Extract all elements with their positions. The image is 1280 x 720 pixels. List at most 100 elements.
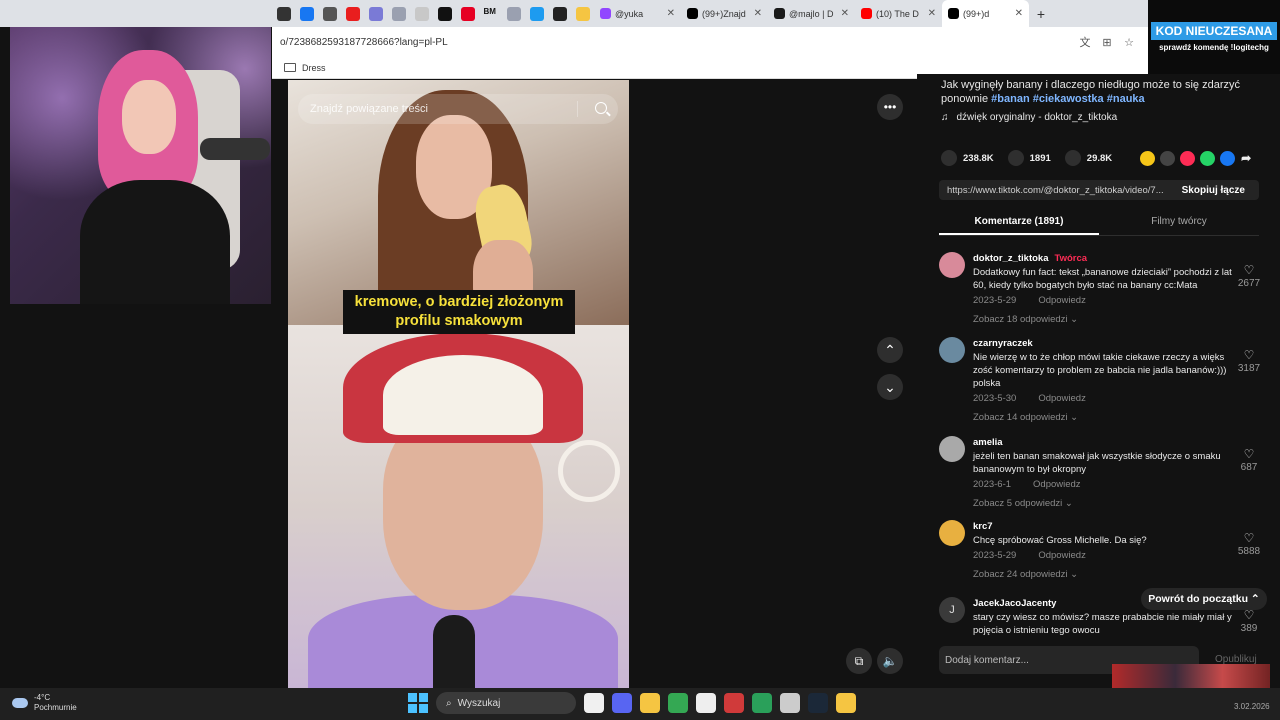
tab-creator-videos[interactable]: Filmy twórcy: [1099, 210, 1259, 235]
share-option-icon[interactable]: [1160, 150, 1176, 166]
heart-icon: ♡: [1243, 447, 1255, 461]
heart-icon: [941, 150, 957, 166]
reply-button[interactable]: Odpowiedz: [1038, 549, 1086, 562]
browser-tab[interactable]: @yuka ✕: [594, 0, 681, 27]
browser-tab-pinned[interactable]: BM: [479, 0, 502, 27]
browser-tab-pinned[interactable]: [456, 0, 479, 27]
share-option-icon[interactable]: [1140, 150, 1156, 166]
share-option-icon[interactable]: [1180, 150, 1196, 166]
more-options-button[interactable]: •••: [877, 94, 903, 120]
bookmark-star-icon[interactable]: ☆: [1118, 36, 1140, 49]
bookmark-folder-dress[interactable]: Dress: [302, 63, 326, 73]
reply-button[interactable]: Odpowiedz: [1038, 392, 1086, 405]
browser-tab-pinned[interactable]: [433, 0, 456, 27]
comment-username[interactable]: amelia: [973, 437, 1003, 448]
address-bar[interactable]: o/7238682593187728666?lang=pl-PL 文 ⊞ ☆: [272, 27, 1148, 57]
close-tab-icon[interactable]: ✕: [928, 8, 936, 19]
browser-tab-pinned[interactable]: [548, 0, 571, 27]
taskbar-app-icon[interactable]: [780, 693, 800, 713]
hashtag-link[interactable]: #banan: [991, 93, 1030, 105]
copy-link-button[interactable]: Skopiuj łącze: [1168, 185, 1259, 196]
share-arrow-icon[interactable]: ➦: [1241, 151, 1251, 165]
close-tab-icon[interactable]: ✕: [1015, 8, 1023, 19]
taskbar-search[interactable]: ⌕ Wyszukaj: [436, 692, 576, 714]
weather-widget[interactable]: -4°C Pochmurnie: [12, 693, 77, 713]
like-action[interactable]: 238.8K: [941, 150, 994, 166]
tab-title: (99+)d: [963, 8, 990, 19]
share-option-icon[interactable]: [1220, 150, 1236, 166]
browser-tab-pinned[interactable]: [410, 0, 433, 27]
avatar[interactable]: [939, 252, 965, 278]
taskbar-app-icon[interactable]: [640, 693, 660, 713]
browser-tab[interactable]: (10) The D ✕: [855, 0, 942, 27]
browser-tab-pinned[interactable]: [502, 0, 525, 27]
url-text[interactable]: o/7238682593187728666?lang=pl-PL: [280, 37, 1074, 48]
sound-link[interactable]: ♫ dźwięk oryginalny - doktor_z_tiktoka: [941, 112, 1117, 123]
next-video-button[interactable]: ⌄: [877, 374, 903, 400]
taskbar-app-icon[interactable]: [584, 693, 604, 713]
volume-button[interactable]: 🔈: [877, 648, 903, 674]
browser-tab[interactable]: @majlo | D ✕: [768, 0, 855, 27]
taskbar-app-icon[interactable]: [668, 693, 688, 713]
browser-tab[interactable]: (99+)d ✕: [942, 0, 1029, 27]
view-replies-button[interactable]: Zobacz 5 odpowiedzi ⌄: [973, 497, 1235, 510]
new-tab-button[interactable]: +: [1029, 6, 1053, 22]
browser-tab-pinned[interactable]: [387, 0, 410, 27]
reply-button[interactable]: Odpowiedz: [1033, 478, 1081, 491]
comment-action[interactable]: 1891: [1007, 150, 1051, 166]
share-option-icon[interactable]: [1200, 150, 1216, 166]
comment-like[interactable]: ♡ 2677: [1234, 264, 1264, 290]
install-icon[interactable]: ⊞: [1096, 36, 1118, 49]
comment-like[interactable]: ♡ 687: [1234, 448, 1264, 474]
tab-title: @yuka: [615, 8, 644, 19]
back-to-top-button[interactable]: Powrót do początku ⌃: [1141, 588, 1267, 610]
sound-name[interactable]: dźwięk oryginalny - doktor_z_tiktoka: [957, 112, 1118, 123]
save-action[interactable]: 29.8K: [1064, 150, 1112, 166]
close-tab-icon[interactable]: ✕: [667, 8, 675, 19]
related-search-input[interactable]: Znajdź powiązane treści: [298, 94, 618, 124]
comment-username[interactable]: JacekJacoJacenty: [973, 598, 1056, 609]
browser-tab[interactable]: (99+)Znajd ✕: [681, 0, 768, 27]
avatar[interactable]: [939, 436, 965, 462]
close-tab-icon[interactable]: ✕: [754, 8, 762, 19]
comment-like[interactable]: ♡ 389: [1234, 609, 1264, 635]
view-replies-button[interactable]: Zobacz 24 odpowiedzi ⌄: [973, 568, 1235, 581]
taskbar-app-icon[interactable]: [724, 693, 744, 713]
taskbar-app-icon[interactable]: [808, 693, 828, 713]
tab-comments[interactable]: Komentarze (1891): [939, 210, 1099, 235]
view-replies-button[interactable]: Zobacz 18 odpowiedzi ⌄: [973, 313, 1235, 326]
hashtag-link[interactable]: #nauka: [1107, 93, 1145, 105]
avatar[interactable]: J: [939, 597, 965, 623]
previous-video-button[interactable]: ⌃: [877, 337, 903, 363]
avatar[interactable]: [939, 520, 965, 546]
browser-tab-pinned[interactable]: [272, 0, 295, 27]
browser-tab-pinned[interactable]: [525, 0, 548, 27]
browser-tab-pinned[interactable]: [318, 0, 341, 27]
view-replies-button[interactable]: Zobacz 14 odpowiedzi ⌄: [973, 411, 1235, 424]
taskbar-app-icon[interactable]: [612, 693, 632, 713]
avatar[interactable]: [939, 337, 965, 363]
browser-tab-pinned[interactable]: [341, 0, 364, 27]
browser-tab-pinned[interactable]: [364, 0, 387, 27]
taskbar-app-icon[interactable]: [752, 693, 772, 713]
taskbar-app-icon[interactable]: [836, 693, 856, 713]
link-box: https://www.tiktok.com/@doktor_z_tiktoka…: [939, 180, 1259, 200]
translate-icon[interactable]: 文: [1074, 34, 1096, 50]
video-player[interactable]: kremowe, o bardziej złożonym profilu sma…: [288, 80, 629, 688]
picture-in-picture-button[interactable]: ⧉: [846, 648, 872, 674]
browser-tab-pinned[interactable]: [295, 0, 318, 27]
comment-username[interactable]: krc7: [973, 521, 993, 532]
comment-item: amelia jeżeli ten banan smakował jak wszy…: [939, 436, 1264, 516]
comment-username[interactable]: doktor_z_tiktoka: [973, 253, 1049, 264]
video-link[interactable]: https://www.tiktok.com/@doktor_z_tiktoka…: [939, 185, 1168, 196]
close-tab-icon[interactable]: ✕: [841, 8, 849, 19]
comment-like[interactable]: ♡ 3187: [1234, 349, 1264, 375]
comment-like[interactable]: ♡ 5888: [1234, 532, 1264, 558]
browser-tab-pinned[interactable]: [571, 0, 594, 27]
reply-button[interactable]: Odpowiedz: [1038, 294, 1086, 307]
hashtag-link[interactable]: #ciekawostka: [1033, 93, 1104, 105]
taskbar-app-icon[interactable]: [696, 693, 716, 713]
windows-start-icon[interactable]: [408, 693, 428, 713]
comment-username[interactable]: czarnyraczek: [973, 338, 1033, 349]
search-icon[interactable]: [595, 102, 607, 114]
